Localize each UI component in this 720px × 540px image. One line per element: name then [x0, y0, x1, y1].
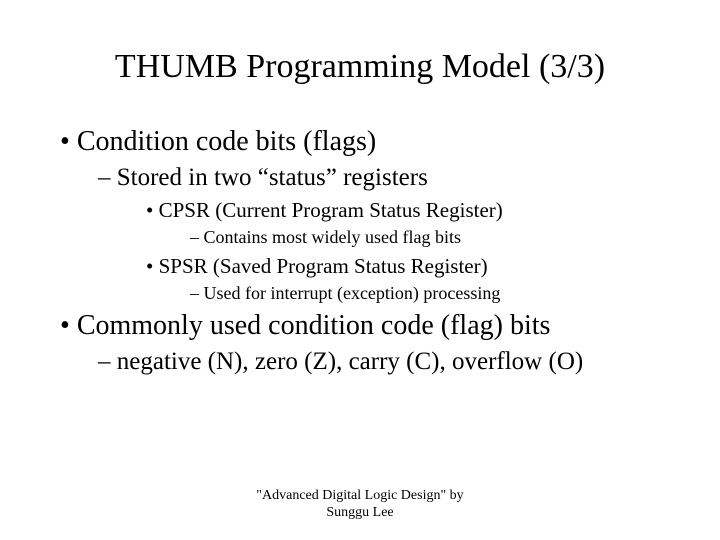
bullet-lvl3: SPSR (Saved Program Status Register) — [146, 254, 700, 279]
bullet-list: Condition code bits (flags) Stored in tw… — [60, 126, 700, 376]
slide-title: THUMB Programming Model (3/3) — [0, 0, 720, 106]
slide-body: Condition code bits (flags) Stored in tw… — [0, 106, 720, 376]
footer-line: "Advanced Digital Logic Design" by — [0, 488, 720, 505]
bullet-lvl2: negative (N), zero (Z), carry (C), overf… — [98, 348, 700, 376]
bullet-lvl4: Contains most widely used flag bits — [190, 227, 700, 248]
slide-footer: "Advanced Digital Logic Design" by Sungg… — [0, 488, 720, 522]
bullet-lvl1: Condition code bits (flags) — [60, 126, 700, 158]
footer-line: Sunggu Lee — [0, 505, 720, 522]
bullet-lvl2: Stored in two “status” registers — [98, 164, 700, 192]
bullet-lvl4: Used for interrupt (exception) processin… — [190, 283, 700, 304]
slide: THUMB Programming Model (3/3) Condition … — [0, 0, 720, 540]
bullet-lvl3: CPSR (Current Program Status Register) — [146, 198, 700, 223]
bullet-lvl1: Commonly used condition code (flag) bits — [60, 310, 700, 342]
